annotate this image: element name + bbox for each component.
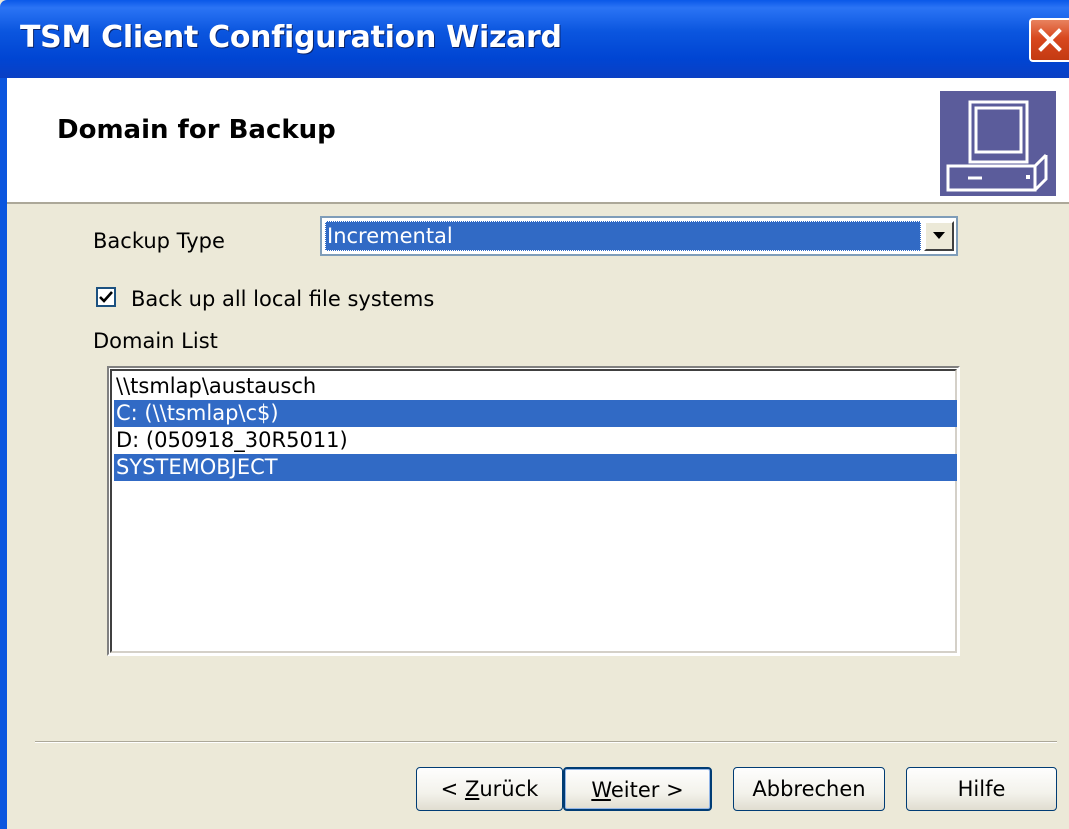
footer-separator	[35, 741, 1057, 743]
domain-listbox-inner: \\tsmlap\austausch C: (\\tsmlap\c$) D: (…	[110, 369, 957, 653]
list-item[interactable]: D: (050918_30R5011)	[114, 427, 957, 454]
computer-icon	[940, 91, 1056, 196]
back-label: urück	[479, 777, 539, 801]
back-button[interactable]: < Zurück	[416, 767, 563, 811]
backup-type-select[interactable]: Incremental	[320, 216, 958, 256]
local-fs-label[interactable]: Back up all local file systems	[131, 287, 434, 311]
close-button[interactable]	[1029, 18, 1069, 62]
list-item[interactable]: \\tsmlap\austausch	[114, 373, 957, 400]
next-label: eiter	[610, 778, 660, 802]
chevron-down-icon	[933, 232, 945, 239]
wizard-header: Domain for Backup	[7, 78, 1069, 204]
page-title: Domain for Backup	[57, 115, 336, 145]
cancel-button[interactable]: Abbrechen	[733, 767, 885, 811]
list-item[interactable]: C: (\\tsmlap\c$)	[114, 400, 957, 427]
back-prefix: <	[440, 777, 465, 801]
domain-listbox[interactable]: \\tsmlap\austausch C: (\\tsmlap\c$) D: (…	[107, 366, 960, 656]
window-title: TSM Client Configuration Wizard	[20, 20, 562, 55]
wizard-window: TSM Client Configuration Wizard Domain f…	[0, 0, 1069, 829]
local-fs-checkbox[interactable]	[96, 287, 116, 307]
next-mnemonic: W	[591, 778, 611, 802]
next-suffix: >	[659, 778, 684, 802]
dropdown-button[interactable]	[924, 221, 954, 251]
check-icon	[99, 291, 113, 303]
close-icon	[1038, 28, 1062, 52]
help-button[interactable]: Hilfe	[906, 767, 1057, 811]
next-button[interactable]: Weiter >	[563, 767, 712, 811]
back-mnemonic: Z	[464, 777, 480, 801]
backup-type-value: Incremental	[325, 221, 921, 251]
window-frame-left	[0, 78, 7, 829]
title-bar[interactable]: TSM Client Configuration Wizard	[0, 0, 1069, 78]
domain-list-label: Domain List	[93, 329, 218, 353]
backup-type-label: Backup Type	[93, 229, 225, 253]
list-item[interactable]: SYSTEMOBJECT	[114, 454, 957, 481]
